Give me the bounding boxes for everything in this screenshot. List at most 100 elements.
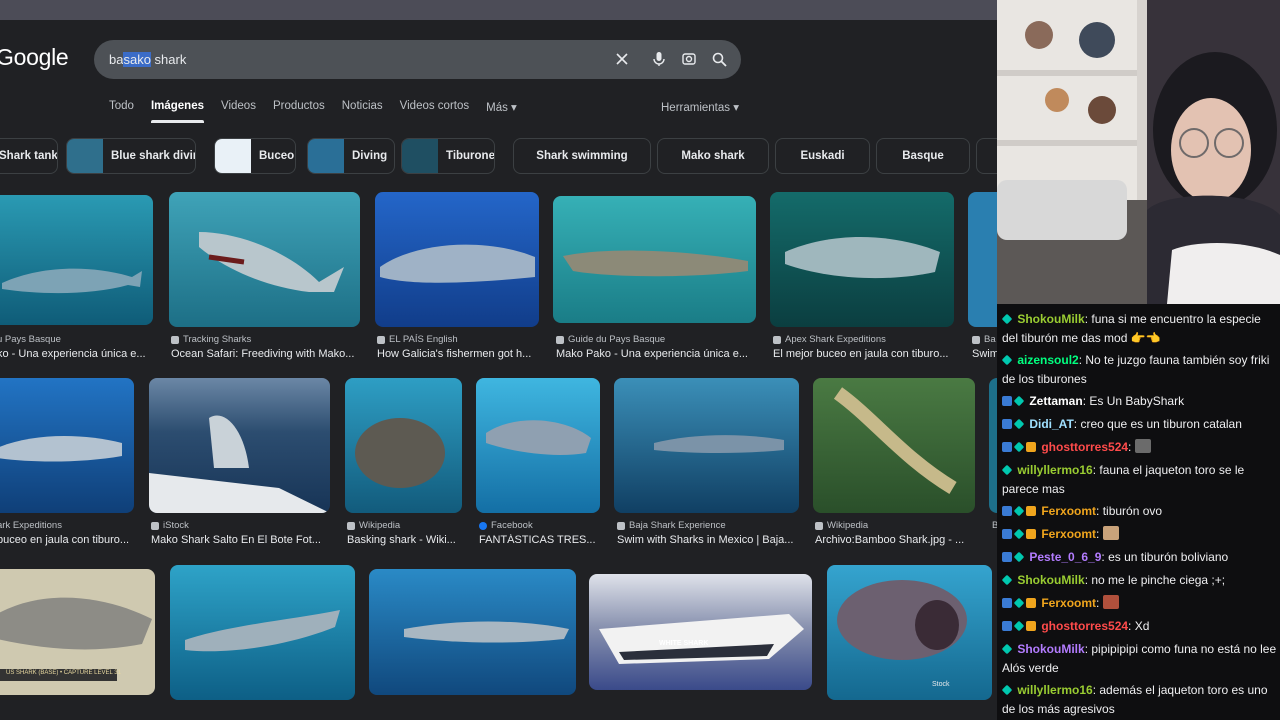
- tab-todo[interactable]: Todo: [109, 100, 134, 120]
- chat-username[interactable]: ghosttorres524: [1041, 619, 1128, 633]
- microphone-icon[interactable]: [649, 49, 669, 69]
- chat-username[interactable]: Didi_AT: [1029, 417, 1073, 431]
- sub-badge-icon: [1001, 464, 1013, 476]
- webcam-feed: [997, 0, 1280, 304]
- chat-message: ghosttorres524: Xd: [1002, 617, 1278, 636]
- tab-productos[interactable]: Productos: [273, 100, 325, 120]
- favicon: [479, 521, 487, 530]
- emote-icon: [1102, 595, 1119, 609]
- chat-username[interactable]: aizensoul2: [1017, 353, 1078, 367]
- chip-shark-swimming[interactable]: Shark swimming: [513, 138, 651, 174]
- tools-menu[interactable]: Herramientas ▾: [661, 100, 739, 114]
- result-image[interactable]: [345, 378, 462, 513]
- sub-badge-icon: [1001, 313, 1013, 325]
- sub-badge-icon: [1013, 418, 1025, 430]
- favicon: [347, 521, 355, 530]
- chat-text: : es un tiburón boliviano: [1101, 550, 1229, 564]
- chat-message: ghosttorres524:: [1002, 438, 1278, 457]
- result-title[interactable]: Swim: [972, 348, 997, 360]
- sub-badge-icon: [1013, 505, 1025, 517]
- chat-username[interactable]: Zettaman: [1029, 394, 1082, 408]
- chat-username[interactable]: willyllermo16: [1017, 683, 1092, 697]
- result-image[interactable]: [553, 196, 756, 323]
- chip-thumbnail: [215, 139, 251, 173]
- image-caption: Stock: [932, 681, 950, 688]
- result-image[interactable]: [614, 378, 799, 513]
- result-image[interactable]: [375, 192, 539, 327]
- result-image[interactable]: [369, 569, 576, 695]
- google-logo[interactable]: Google: [0, 44, 69, 71]
- chip-basque[interactable]: Basque: [876, 138, 970, 174]
- chat-username[interactable]: ShokouMilk: [1017, 312, 1084, 326]
- result-image[interactable]: [169, 192, 360, 327]
- result-source: Ba: [972, 334, 996, 345]
- tab-noticias[interactable]: Noticias: [342, 100, 383, 120]
- result-title[interactable]: ko - Una experiencia única e...: [0, 348, 152, 360]
- result-image[interactable]: US SHARK (BASE) • CAPTURE LEVEL 31: [0, 569, 155, 695]
- prime-badge-icon: [1002, 621, 1012, 631]
- favicon: [151, 521, 159, 530]
- chat-message: Ferxoomt:: [1002, 525, 1278, 544]
- chat-username[interactable]: ShokouMilk: [1017, 573, 1084, 587]
- chip-blue-shark-diving[interactable]: Blue shark diving: [66, 138, 196, 174]
- result-source: Baja Shark Experience: [617, 520, 726, 531]
- chat-username[interactable]: ShokouMilk: [1017, 642, 1084, 656]
- result-image[interactable]: Stock: [827, 565, 992, 700]
- result-title[interactable]: How Galicia's fishermen got h...: [377, 348, 542, 360]
- tab-videos[interactable]: Videos: [221, 100, 256, 120]
- search-bar[interactable]: basako shark: [94, 40, 741, 79]
- search-icon[interactable]: [709, 49, 729, 69]
- chat-username[interactable]: Ferxoomt: [1041, 527, 1096, 541]
- bits-badge-icon: [1026, 529, 1036, 539]
- lens-icon[interactable]: [679, 49, 699, 69]
- clear-icon[interactable]: [612, 49, 632, 69]
- sub-badge-icon: [1013, 395, 1025, 407]
- sub-badge-icon: [1001, 354, 1013, 366]
- result-image[interactable]: [813, 378, 975, 513]
- chip-thumbnail: [308, 139, 344, 173]
- chat-username[interactable]: Ferxoomt: [1041, 504, 1096, 518]
- chip-tiburones[interactable]: Tiburones: [401, 138, 495, 174]
- result-image[interactable]: [0, 378, 134, 513]
- chat-message: Ferxoomt:: [1002, 594, 1278, 613]
- result-title[interactable]: FANTÁSTICAS TRES...: [479, 534, 604, 546]
- result-source: Guide du Pays Basque: [556, 334, 665, 345]
- chip-more[interactable]: [976, 138, 997, 174]
- result-image[interactable]: [0, 195, 153, 325]
- result-image[interactable]: WHITE SHARK: [589, 574, 812, 690]
- result-image[interactable]: [170, 565, 355, 700]
- result-image[interactable]: [989, 378, 997, 513]
- chat-username[interactable]: ghosttorres524: [1041, 440, 1128, 454]
- chip-shark-tank[interactable]: Shark tank: [0, 138, 58, 174]
- result-title[interactable]: El mejor buceo en jaula con tiburo...: [773, 348, 958, 360]
- chip-euskadi[interactable]: Euskadi: [775, 138, 870, 174]
- result-title[interactable]: Archivo:Bamboo Shark.jpg - ...: [815, 534, 975, 546]
- tab-mas[interactable]: Más ▾: [486, 100, 517, 120]
- result-image[interactable]: [149, 378, 330, 513]
- result-image[interactable]: [476, 378, 600, 513]
- prime-badge-icon: [1002, 419, 1012, 429]
- result-image[interactable]: [770, 192, 954, 327]
- stream-chat: ShokouMilk: funa si me encuentro la espe…: [997, 304, 1280, 720]
- bits-badge-icon: [1026, 442, 1036, 452]
- result-title[interactable]: Mako Pako - Una experiencia única e...: [556, 348, 756, 360]
- prime-badge-icon: [1002, 598, 1012, 608]
- result-source: ark Expeditions: [0, 520, 62, 531]
- chip-buceo[interactable]: Buceo: [214, 138, 296, 174]
- chip-mako-shark[interactable]: Mako shark: [657, 138, 769, 174]
- chip-diving[interactable]: Diving: [307, 138, 395, 174]
- result-title[interactable]: Mako Shark Salto En El Bote Fot...: [151, 534, 331, 546]
- result-title[interactable]: buceo en jaula con tiburo...: [0, 534, 137, 546]
- result-title[interactable]: Swim with Sharks in Mexico | Baja...: [617, 534, 802, 546]
- chat-username[interactable]: Ferxoomt: [1041, 596, 1096, 610]
- sub-badge-icon: [1013, 597, 1025, 609]
- tab-imagenes[interactable]: Imágenes: [150, 100, 205, 123]
- emote-icon: [1134, 439, 1151, 453]
- tab-videos-cortos[interactable]: Videos cortos: [400, 100, 469, 120]
- result-image[interactable]: [968, 192, 997, 327]
- chat-username[interactable]: Peste_0_6_9: [1029, 550, 1101, 564]
- result-title[interactable]: Ocean Safari: Freediving with Mako...: [171, 348, 361, 360]
- search-input[interactable]: basako shark: [109, 52, 186, 67]
- chat-username[interactable]: willyllermo16: [1017, 463, 1092, 477]
- result-title[interactable]: Basking shark - Wiki...: [347, 534, 467, 546]
